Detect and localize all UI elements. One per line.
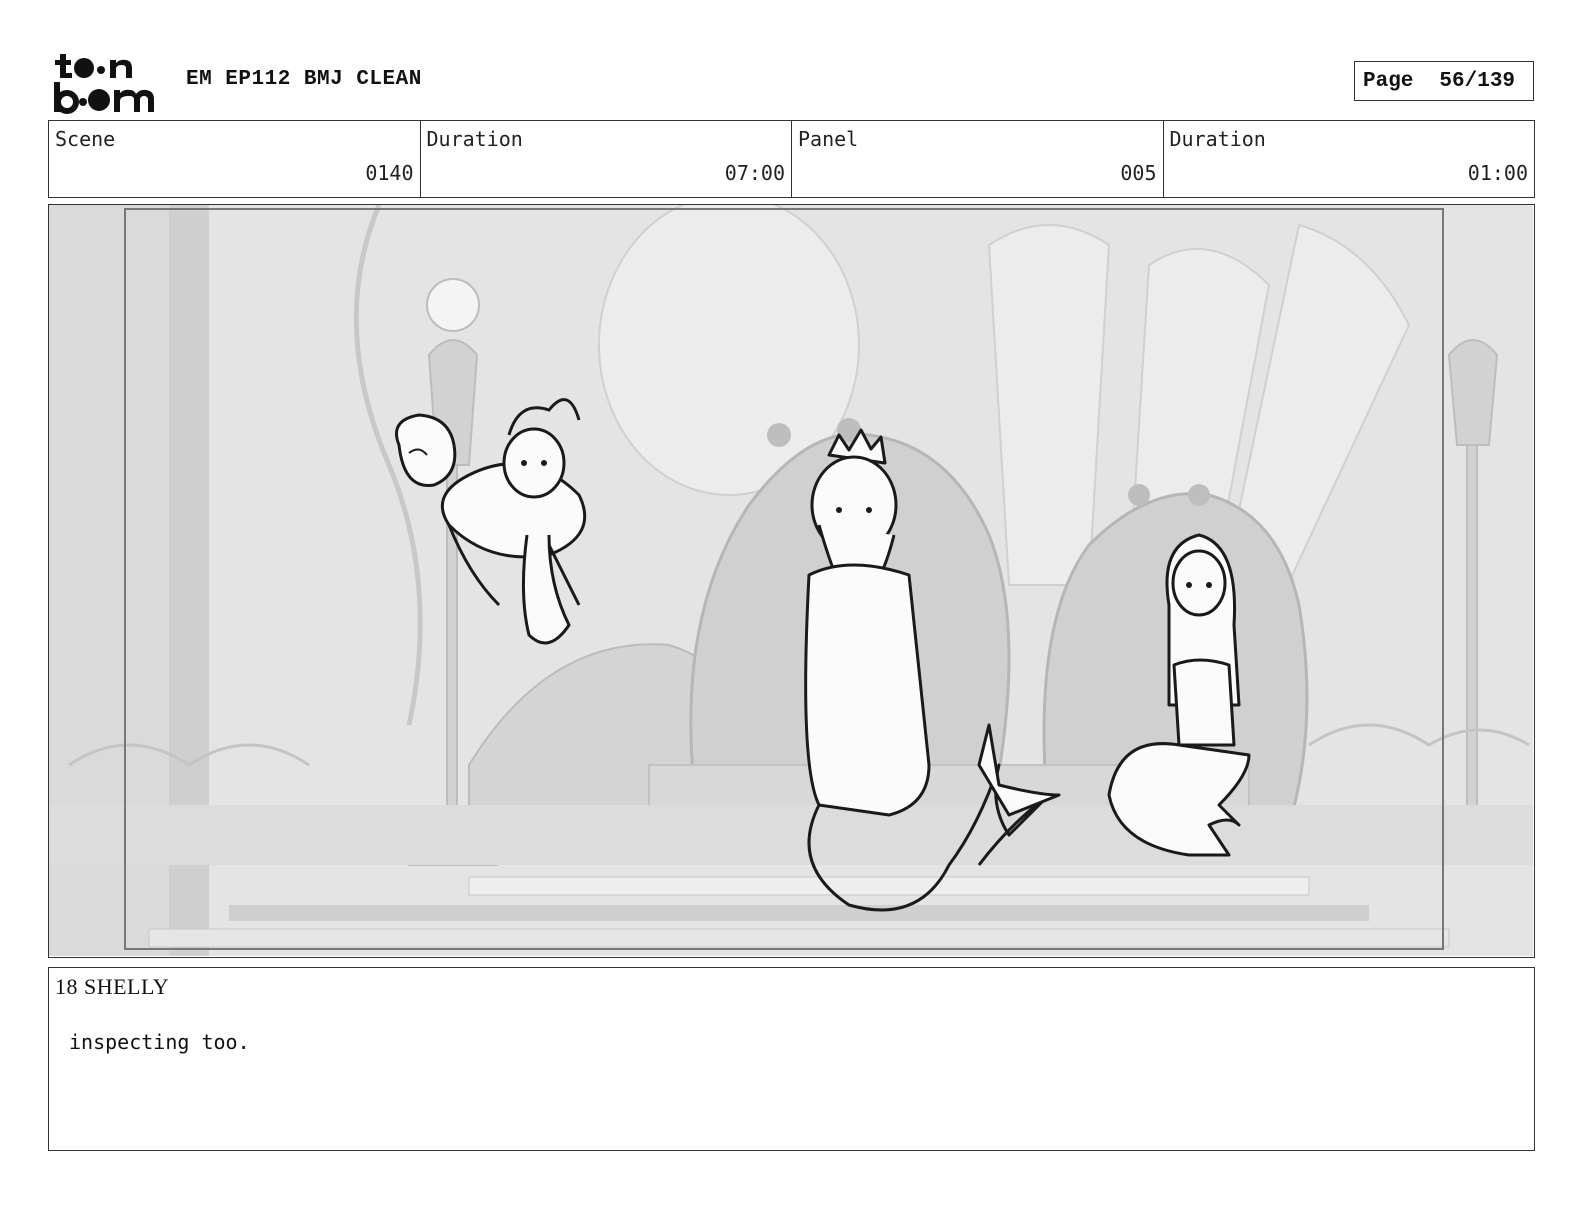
scene-duration-label: Duration — [426, 127, 523, 151]
page-label: Page — [1363, 69, 1414, 93]
panel-cell: Panel 005 — [792, 121, 1164, 197]
document-title: EM EP112 BMJ CLEAN — [186, 68, 422, 91]
page-indicator: Page 56/139 — [1354, 61, 1534, 101]
panel-duration-value: 01:00 — [1467, 161, 1528, 185]
panel-artwork — [49, 205, 1533, 956]
storyboard-panel — [48, 204, 1535, 958]
page-value: 56/139 — [1439, 69, 1516, 93]
notes-header: 18 SHELLY — [55, 974, 170, 999]
scene-duration-cell: Duration 07:00 — [421, 121, 792, 197]
panel-duration-label: Duration — [1169, 127, 1266, 151]
panel-label: Panel — [798, 127, 859, 151]
panel-notes: 18 SHELLY inspecting too. — [48, 967, 1535, 1151]
panel-duration-cell: Duration 01:00 — [1164, 121, 1535, 197]
toon-boom-logo — [52, 52, 164, 114]
scene-info-row: Scene 0140 Duration 07:00 Panel 005 Dura… — [48, 120, 1535, 198]
panel-value: 005 — [1120, 161, 1157, 185]
scene-cell: Scene 0140 — [49, 121, 421, 197]
notes-text: inspecting too. — [69, 1030, 250, 1054]
scene-label: Scene — [55, 127, 116, 151]
scene-value: 0140 — [365, 161, 414, 185]
logo-graphic — [54, 54, 154, 114]
scene-duration-value: 07:00 — [724, 161, 785, 185]
